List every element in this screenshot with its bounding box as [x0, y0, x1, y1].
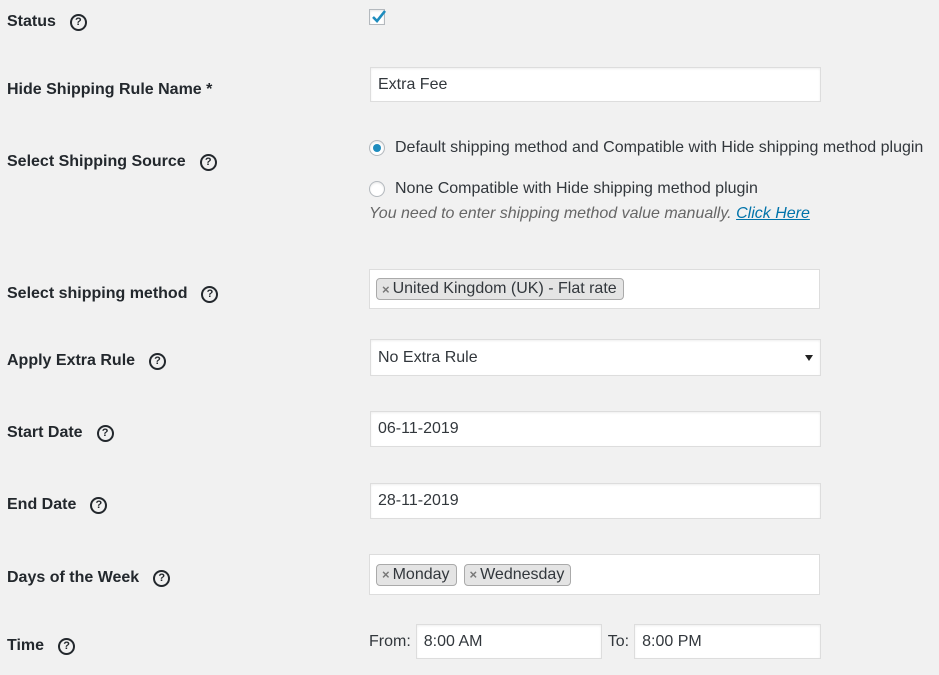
- shipping-method-row-label: Select shipping method ?: [7, 285, 219, 303]
- shipping-rule-form: Status ? Hide Shipping Rule Name * Extra…: [0, 0, 939, 675]
- chevron-down-icon: [805, 355, 813, 361]
- status-checkbox[interactable]: [369, 9, 387, 25]
- tag-label: United Kingdom (UK) - Flat rate: [392, 280, 617, 297]
- note-text: You need to enter shipping method value …: [369, 205, 732, 222]
- shipping-source-label: Select Shipping Source: [7, 153, 186, 170]
- shipping-source-option-label: Default shipping method and Compatible w…: [395, 139, 924, 156]
- time-from-value: 8:00 AM: [423, 632, 483, 650]
- end-date-label: End Date: [7, 496, 77, 513]
- remove-x-icon[interactable]: ×: [382, 567, 390, 582]
- time-label: Time: [7, 637, 45, 654]
- status-label: Status: [7, 13, 56, 30]
- help-icon[interactable]: ?: [153, 569, 171, 587]
- end-date-row-label: End Date ?: [7, 496, 108, 514]
- radio-button-selected[interactable]: [369, 140, 385, 156]
- rule-name-label: Hide Shipping Rule Name *: [7, 81, 213, 98]
- checkmark-icon: [372, 10, 387, 23]
- time-to-input[interactable]: 8:00 PM: [634, 624, 822, 659]
- selected-tag: × Monday: [376, 563, 457, 586]
- shipping-source-option-default[interactable]: Default shipping method and Compatible w…: [369, 139, 923, 157]
- time-from-input[interactable]: 8:00 AM: [415, 624, 602, 659]
- radio-button[interactable]: [369, 181, 385, 197]
- days-select[interactable]: × Monday × Wednesday: [369, 554, 820, 595]
- status-row-label: Status ?: [7, 13, 87, 31]
- extra-rule-value: No Extra Rule: [378, 348, 478, 366]
- rule-name-row-label: Hide Shipping Rule Name *: [7, 81, 212, 99]
- remove-x-icon[interactable]: ×: [470, 567, 478, 582]
- start-date-row-label: Start Date ?: [7, 424, 114, 442]
- time-to-label: To:: [607, 632, 630, 650]
- end-date-input[interactable]: 28-11-2019: [370, 483, 821, 519]
- days-label: Days of the Week: [7, 569, 140, 586]
- help-icon[interactable]: ?: [58, 637, 76, 655]
- help-icon[interactable]: ?: [96, 424, 114, 442]
- help-icon[interactable]: ?: [199, 153, 217, 171]
- days-row-label: Days of the Week ?: [7, 569, 171, 587]
- time-to-value: 8:00 PM: [642, 632, 702, 650]
- tag-label: Wednesday: [480, 565, 565, 583]
- rule-name-value: Extra Fee: [378, 75, 448, 93]
- extra-rule-row-label: Apply Extra Rule ?: [7, 352, 167, 370]
- start-date-value: 06-11-2019: [378, 420, 459, 437]
- time-range: From: 8:00 AM To: 8:00 PM: [369, 624, 822, 659]
- click-here-link[interactable]: Click Here: [736, 205, 810, 222]
- shipping-source-note: You need to enter shipping method value …: [369, 205, 810, 223]
- start-date-label: Start Date: [7, 424, 83, 441]
- remove-x-icon[interactable]: ×: [382, 282, 390, 297]
- help-icon[interactable]: ?: [201, 285, 219, 303]
- extra-rule-select[interactable]: No Extra Rule: [370, 339, 821, 376]
- shipping-source-option-none[interactable]: None Compatible with Hide shipping metho…: [369, 180, 758, 198]
- end-date-value: 28-11-2019: [378, 492, 459, 509]
- shipping-source-option-label: None Compatible with Hide shipping metho…: [395, 180, 758, 197]
- selected-tag: × United Kingdom (UK) - Flat rate: [376, 278, 624, 300]
- help-icon[interactable]: ?: [149, 352, 167, 370]
- tag-label: Monday: [392, 565, 450, 583]
- extra-rule-label: Apply Extra Rule: [7, 352, 136, 369]
- rule-name-input[interactable]: Extra Fee: [370, 67, 821, 102]
- time-row-label: Time ?: [7, 637, 76, 655]
- shipping-method-select[interactable]: × United Kingdom (UK) - Flat rate: [369, 269, 820, 309]
- time-from-label: From:: [369, 632, 411, 650]
- shipping-source-row-label: Select Shipping Source ?: [7, 153, 217, 171]
- help-icon[interactable]: ?: [90, 496, 108, 514]
- start-date-input[interactable]: 06-11-2019: [370, 411, 821, 447]
- shipping-method-label: Select shipping method: [7, 285, 188, 302]
- help-icon[interactable]: ?: [69, 13, 87, 31]
- selected-tag: × Wednesday: [463, 563, 572, 586]
